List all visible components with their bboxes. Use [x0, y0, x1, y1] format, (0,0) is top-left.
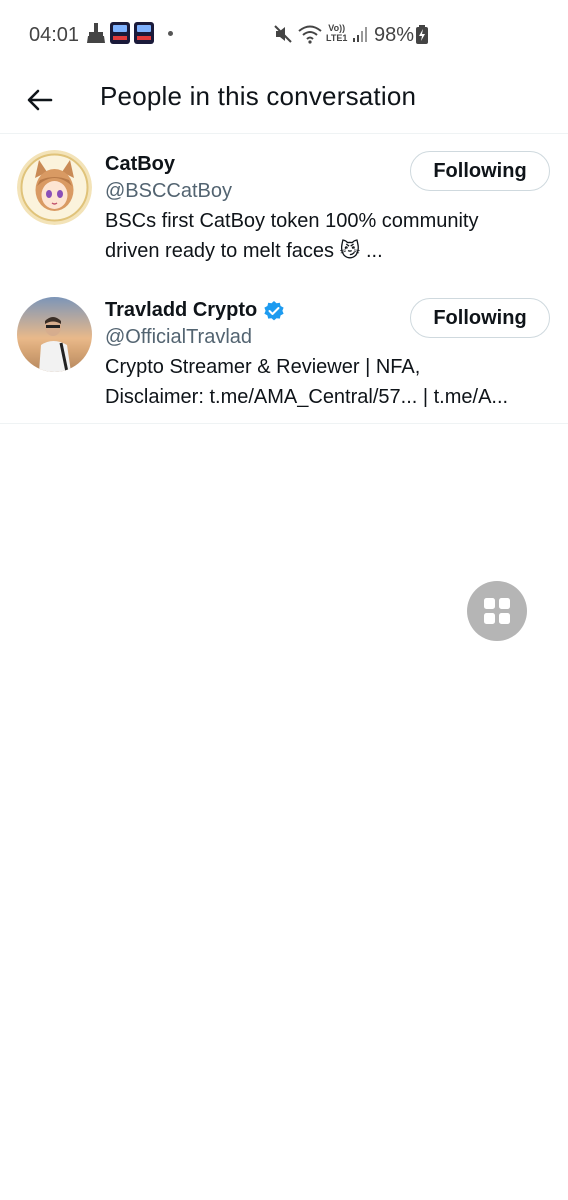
notification-icons [86, 22, 173, 44]
battery-percentage: 98% [374, 24, 415, 46]
status-time: 04:01 [29, 24, 80, 46]
user-handle: @BSCCatBoy [105, 180, 233, 202]
signal-icon [353, 27, 367, 42]
following-button[interactable]: Following [410, 298, 550, 338]
user-list-item[interactable]: Travladd Crypto @OfficialTravlad Crypto … [0, 280, 568, 423]
assistive-menu-button[interactable] [467, 581, 527, 641]
battery-charging-icon [416, 25, 428, 44]
back-arrow-icon [27, 89, 53, 111]
avatar[interactable] [17, 297, 92, 372]
mute-icon [274, 25, 292, 43]
user-display-name: Travladd Crypto [105, 299, 258, 321]
grid-icon [484, 598, 510, 624]
app-notification-icon [110, 22, 130, 44]
user-name[interactable]: CatBoy [105, 153, 175, 176]
page-title: People in this conversation [100, 81, 417, 111]
user-bio: BSCs first CatBoy token 100% community d… [105, 210, 479, 262]
wifi-icon [298, 25, 322, 44]
user-list-item[interactable]: CatBoy @BSCCatBoy BSCs first CatBoy toke… [0, 134, 568, 278]
broom-icon [87, 23, 105, 43]
status-bar: 04:01 Vo)) LTE1 98% [0, 0, 568, 68]
user-display-name: CatBoy [105, 153, 176, 175]
user-name[interactable]: Travladd Crypto [105, 299, 285, 322]
page-header: People in this conversation [0, 68, 568, 134]
avatar[interactable] [17, 150, 92, 225]
user-handle: @OfficialTravlad [105, 326, 253, 348]
volte-label: Vo)) LTE1 [326, 23, 348, 43]
back-button[interactable] [20, 80, 60, 120]
verified-badge-icon [264, 300, 284, 320]
list-divider [0, 423, 568, 424]
more-notifications-dot [168, 30, 173, 36]
following-button[interactable]: Following [410, 151, 550, 191]
app-notification-icon [134, 22, 154, 44]
user-bio: Crypto Streamer & Reviewer | NFA, Discla… [105, 356, 509, 408]
